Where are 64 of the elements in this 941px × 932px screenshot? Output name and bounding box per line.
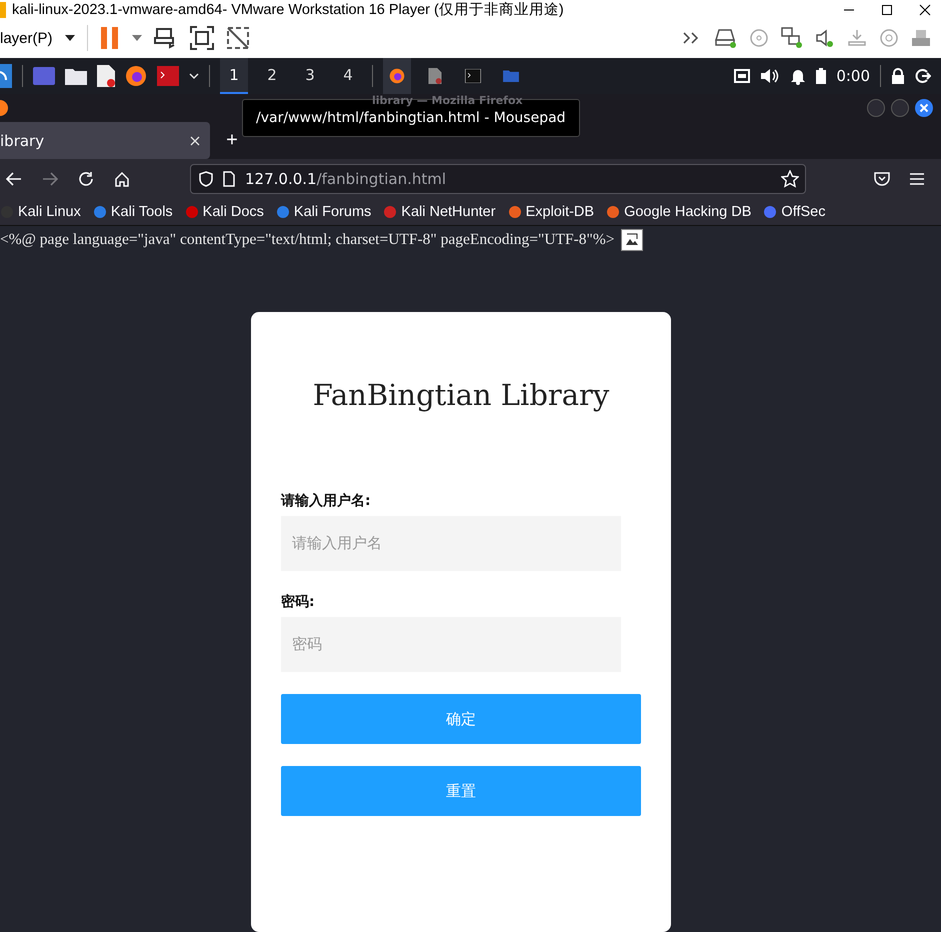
firefox-icon bbox=[0, 100, 8, 116]
dropdown-caret-icon[interactable] bbox=[64, 35, 75, 42]
bookmark-link[interactable]: Kali Tools bbox=[92, 204, 173, 220]
bookmark-link[interactable]: Kali Linux bbox=[0, 204, 81, 220]
workspace-button[interactable]: 3 bbox=[296, 58, 324, 94]
fullscreen-icon[interactable] bbox=[190, 26, 214, 50]
browser-tab[interactable]: ibrary bbox=[0, 122, 210, 160]
bookmark-link[interactable]: Google Hacking DB bbox=[606, 204, 752, 220]
speaker-icon[interactable] bbox=[815, 28, 835, 48]
lock-icon[interactable] bbox=[891, 68, 905, 84]
bookmark-link[interactable]: OffSec bbox=[763, 204, 826, 220]
bookmark-link[interactable]: Kali NetHunter bbox=[383, 204, 496, 220]
home-icon[interactable] bbox=[114, 171, 130, 188]
hard-disk-icon[interactable] bbox=[715, 28, 737, 48]
unity-off-icon[interactable] bbox=[226, 26, 250, 50]
document-icon bbox=[428, 68, 442, 84]
shield-icon[interactable] bbox=[199, 171, 213, 188]
clock[interactable]: 0:00 bbox=[836, 66, 870, 84]
broken-image-icon bbox=[620, 229, 643, 251]
terminal-icon bbox=[465, 68, 481, 82]
window-title: kali-linux-2023.1-vmware-amd64- VMware Workstation 16 Player (仅用于非商业用途) bbox=[12, 0, 564, 19]
player-menu[interactable]: layer(P) bbox=[0, 30, 53, 47]
url-text: 127.0.0.1/fanbingtian.html bbox=[245, 170, 446, 188]
reload-icon[interactable] bbox=[78, 171, 94, 188]
address-bar[interactable]: 127.0.0.1/fanbingtian.html bbox=[190, 164, 806, 194]
maximize-icon[interactable] bbox=[881, 4, 893, 16]
firefox-icon[interactable] bbox=[125, 64, 147, 86]
firefox-icon bbox=[389, 68, 405, 84]
star-icon[interactable] bbox=[781, 170, 799, 188]
volume-icon[interactable] bbox=[760, 66, 780, 84]
app-logo-icon bbox=[0, 2, 6, 18]
close-icon[interactable] bbox=[919, 4, 931, 16]
bookmark-link[interactable]: Kali Forums bbox=[276, 204, 372, 220]
printer-icon[interactable] bbox=[911, 28, 931, 48]
bookmark-link[interactable]: Exploit-DB bbox=[508, 204, 594, 220]
pocket-icon[interactable] bbox=[874, 172, 890, 186]
new-tab-button[interactable]: + bbox=[220, 122, 244, 160]
pause-icon[interactable] bbox=[100, 27, 120, 50]
input-field[interactable]: 密码 bbox=[281, 617, 621, 672]
network-adapter-icon[interactable] bbox=[781, 27, 803, 50]
field-label: 请输入用户名: bbox=[281, 492, 372, 510]
battery-icon[interactable] bbox=[816, 68, 826, 84]
workspace-button[interactable]: 4 bbox=[334, 58, 362, 94]
page-title: FanBingtian Library bbox=[312, 378, 610, 412]
folder-icon[interactable] bbox=[65, 66, 87, 84]
close-icon[interactable] bbox=[915, 98, 933, 117]
workspace-button[interactable]: 2 bbox=[258, 58, 286, 94]
page-icon bbox=[223, 171, 235, 188]
logout-icon[interactable] bbox=[915, 68, 931, 84]
folder-icon bbox=[503, 69, 519, 82]
kali-menu-icon[interactable] bbox=[0, 64, 12, 88]
text-editor-icon[interactable] bbox=[97, 64, 115, 86]
source-text: <%@ page language="java" contentType="text/html; charset=UTF-8" pageEncoding="UTF-8"%> bbox=[0, 231, 615, 249]
bookmark-link[interactable]: Kali Docs bbox=[184, 204, 264, 220]
menu-icon[interactable] bbox=[910, 173, 924, 186]
firefox-task[interactable] bbox=[383, 58, 411, 94]
workspace-button[interactable]: 1 bbox=[220, 58, 248, 94]
terminal-icon[interactable] bbox=[157, 66, 179, 86]
desktop-icon[interactable] bbox=[33, 66, 55, 84]
field-label: 密码: bbox=[281, 593, 316, 611]
network-icon[interactable] bbox=[734, 68, 750, 82]
back-icon[interactable] bbox=[6, 172, 22, 186]
input-field[interactable]: 请输入用户名 bbox=[281, 516, 621, 571]
chevron-down-icon[interactable] bbox=[189, 72, 199, 80]
